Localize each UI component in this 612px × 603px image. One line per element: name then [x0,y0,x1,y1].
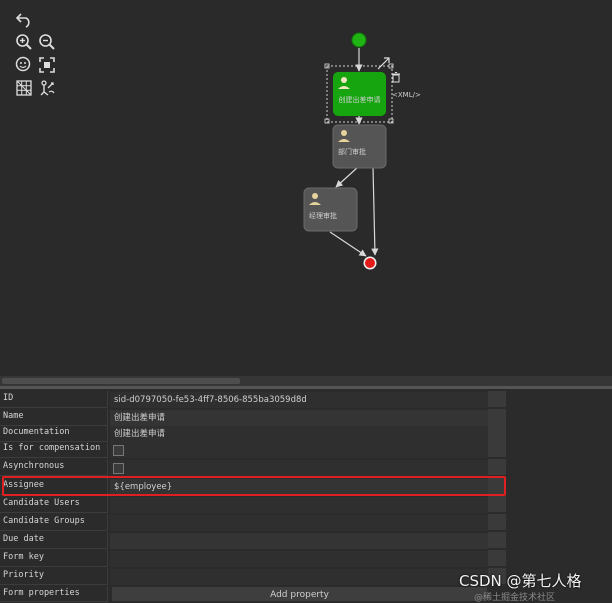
watermark-sub: @稀土掘金技术社区 [474,593,556,603]
morph-arrow-icon[interactable] [377,57,390,70]
property-row-id: ID sid-d0797050-fe53-4ff7-8506-855ba3059… [0,391,506,409]
row-end [488,459,506,475]
property-row-asynchronous: Asynchronous [0,459,506,477]
property-name: Asynchronous [0,459,108,476]
property-value-input[interactable] [110,497,488,513]
property-value-input[interactable] [110,515,488,531]
asynchronous-checkbox[interactable] [113,463,124,474]
property-name: Form key [0,550,108,567]
user-task-manager-approval[interactable] [303,187,358,232]
add-property-button[interactable]: Add property [112,587,487,601]
sequence-flow[interactable] [329,231,367,257]
property-row-candidate-groups: Candidate Groups [0,514,506,532]
scrollbar-thumb[interactable] [2,378,240,384]
property-name: Candidate Groups [0,514,108,531]
row-end [488,409,506,425]
property-name: Due date [0,532,108,549]
property-name: Priority [0,568,108,585]
horizontal-scrollbar[interactable] [0,376,612,386]
row-end [488,496,506,512]
property-row-priority: Priority [0,568,506,586]
property-value-cell [110,442,488,458]
diagram-canvas[interactable]: 创建出差申请 <XML/> 部门审批 经理审批 [0,0,612,388]
end-event-core [365,258,375,268]
watermark: CSDN @第七人格 [459,572,582,590]
property-value-input[interactable] [110,533,488,549]
trash-icon[interactable] [392,72,400,83]
property-value-input[interactable] [110,551,488,567]
property-name: Is for compensation [0,441,108,458]
property-name: Form properties [0,586,108,602]
property-row-form-key: Form key [0,550,506,568]
property-row-compensation: Is for compensation [0,441,506,459]
property-value-input[interactable]: 创建出差申请 [110,410,488,426]
property-name: Documentation [0,425,108,442]
row-end [488,391,506,407]
property-row-candidate-users: Candidate Users [0,496,506,514]
user-task-create-trip-request[interactable] [333,72,386,116]
task-label: 经理审批 [309,211,337,220]
row-end [488,425,506,441]
row-end [488,532,506,548]
sequence-flow[interactable] [371,166,379,256]
property-value-input[interactable] [110,569,488,585]
property-value-input[interactable]: sid-d0797050-fe53-4ff7-8506-855ba3059d8d [110,392,488,408]
property-value-cell [110,460,488,476]
compensation-checkbox[interactable] [113,445,124,456]
row-end [488,550,506,566]
property-row-due-date: Due date [0,532,506,550]
property-name: ID [0,391,108,408]
process-diagram: 创建出差申请 <XML/> 部门审批 经理审批 [303,32,421,270]
row-end [488,441,506,457]
start-event[interactable] [351,32,367,48]
task-label: 部门审批 [338,147,366,156]
xml-link[interactable]: <XML/> [392,91,421,99]
sequence-flow[interactable] [335,166,359,188]
user-task-dept-approval[interactable] [332,124,387,169]
task-label: 创建出差申请 [339,95,381,104]
property-name: Candidate Users [0,496,108,513]
property-value-input[interactable]: 创建出差申请 [110,426,488,442]
property-name: Name [0,409,108,426]
row-end [488,514,506,530]
assignee-highlight-box [2,476,506,496]
